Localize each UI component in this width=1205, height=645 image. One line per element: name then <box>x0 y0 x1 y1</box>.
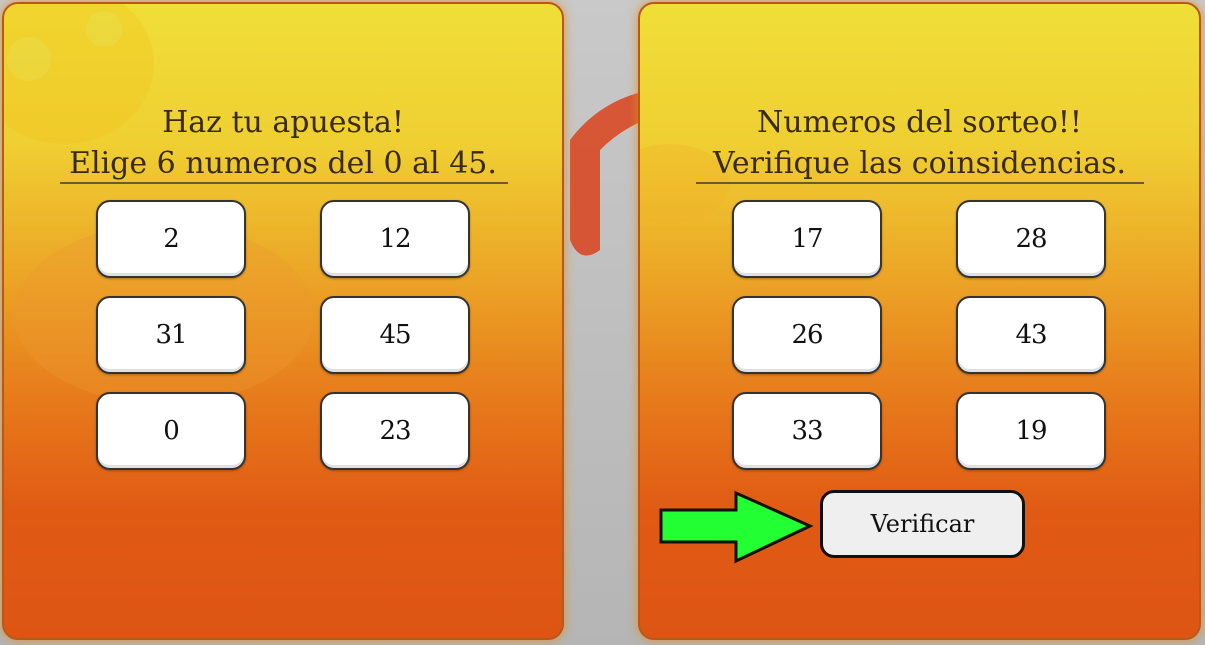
draw-number: 26 <box>732 296 882 374</box>
bet-number-input[interactable]: 12 <box>320 200 470 278</box>
background-decoration <box>560 80 650 270</box>
draw-panel-title: Numeros del sorteo!! Verifique las coins… <box>640 102 1199 184</box>
verify-button[interactable]: Verificar <box>820 490 1025 558</box>
title-divider <box>696 182 1144 184</box>
bet-panel-title: Haz tu apuesta! Elige 6 numeros del 0 al… <box>4 102 562 184</box>
bet-title-line2: Elige 6 numeros del 0 al 45. <box>69 146 497 181</box>
bet-number-input[interactable]: 31 <box>96 296 246 374</box>
bet-panel: Haz tu apuesta! Elige 6 numeros del 0 al… <box>2 2 564 640</box>
bet-number-input[interactable]: 2 <box>96 200 246 278</box>
arrow-right-icon <box>659 490 814 564</box>
draw-number: 28 <box>956 200 1106 278</box>
bet-title-line1: Haz tu apuesta! <box>162 105 404 140</box>
title-divider <box>60 182 508 184</box>
draw-title-line1: Numeros del sorteo!! <box>757 105 1082 140</box>
bet-number-input[interactable]: 0 <box>96 392 246 470</box>
mascot-decoration <box>4 4 314 404</box>
bet-number-input[interactable]: 23 <box>320 392 470 470</box>
draw-number: 33 <box>732 392 882 470</box>
draw-panel: Numeros del sorteo!! Verifique las coins… <box>638 2 1201 640</box>
draw-title-line2: Verifique las coinsidencias. <box>712 146 1127 181</box>
draw-number: 19 <box>956 392 1106 470</box>
bet-number-input[interactable]: 45 <box>320 296 470 374</box>
draw-number: 17 <box>732 200 882 278</box>
draw-number: 43 <box>956 296 1106 374</box>
